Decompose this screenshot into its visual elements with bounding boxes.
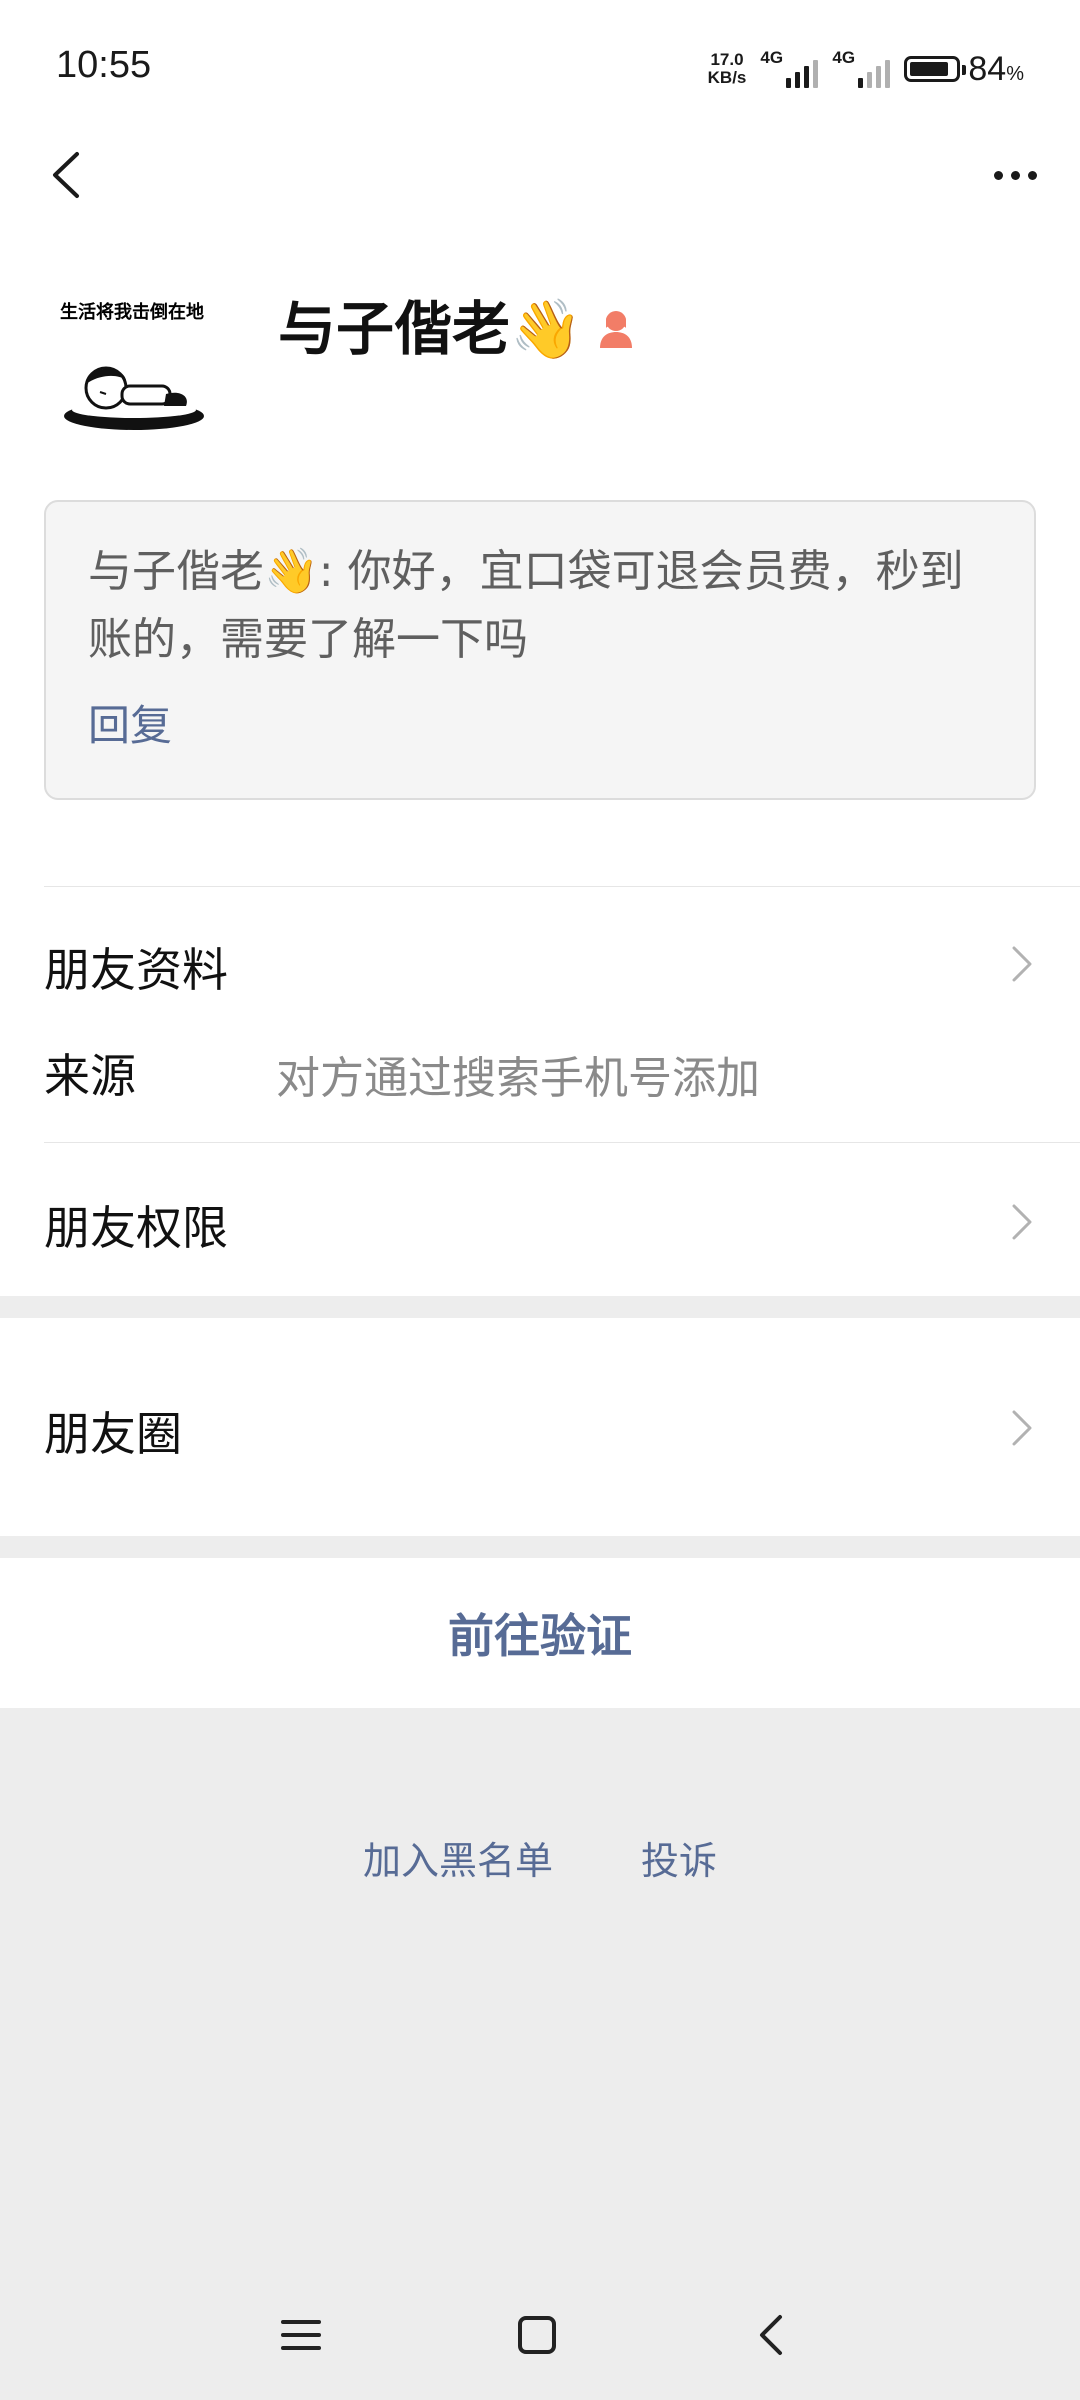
chevron-right-icon — [1012, 1204, 1032, 1240]
battery-percent: 84% — [968, 49, 1024, 88]
avatar-cartoon-icon — [64, 366, 204, 430]
home-square-icon — [518, 2316, 556, 2354]
greeting-message-card: 与子偕老👋: 你好，宜口袋可退会员费，秒到账的，需要了解一下吗 回复 — [44, 500, 1036, 800]
sim2-network-label: 4G — [832, 48, 856, 67]
friend-permissions-label: 朋友权限 — [44, 1201, 228, 1255]
friend-info-label: 朋友资料 — [44, 943, 228, 997]
battery-icon — [904, 56, 967, 82]
add-to-blacklist-link[interactable]: 加入黑名单 — [363, 1830, 553, 1885]
divider — [44, 886, 1080, 887]
chevron-left-icon — [53, 152, 79, 198]
status-indicators: 17.0 KB/s 4G 4G 84% — [708, 44, 1024, 94]
more-dots-icon — [993, 170, 1003, 180]
back-button[interactable] — [36, 145, 96, 205]
network-speed-unit: KB/s — [707, 68, 747, 87]
section-gap — [0, 1296, 1080, 1318]
sim1-signal-icon: 4G — [760, 48, 819, 88]
more-button[interactable] — [980, 145, 1050, 205]
female-person-icon — [600, 311, 633, 348]
menu-button[interactable] — [266, 2300, 336, 2370]
moments-row[interactable]: 朋友圈 — [0, 1318, 1080, 1536]
sim1-network-label: 4G — [760, 48, 784, 67]
back-triangle-icon — [760, 2315, 782, 2355]
network-speed: 17.0 KB/s — [708, 51, 747, 87]
bottom-links: 加入黑名单 投诉 — [0, 1830, 1080, 1885]
status-bar: 10:55 17.0 KB/s 4G 4G 84% — [0, 0, 1080, 130]
chevron-right-icon — [1012, 946, 1032, 982]
sim2-signal-icon: 4G — [832, 48, 891, 88]
network-speed-value: 17.0 — [710, 50, 744, 69]
system-navigation-bar — [0, 2290, 1080, 2380]
section-gap — [0, 1536, 1080, 1558]
menu-lines-icon — [281, 2320, 321, 2350]
reply-link[interactable]: 回复 — [88, 692, 172, 753]
moments-label: 朋友圈 — [44, 1407, 182, 1461]
display-name: 与子偕老👋 — [278, 295, 583, 363]
battery-indicator: 84% — [904, 50, 1024, 89]
source-label: 来源 — [44, 1049, 136, 1103]
source-value: 对方通过搜索手机号添加 — [276, 1053, 760, 1104]
home-button[interactable] — [502, 2300, 572, 2370]
contact-profile-screen: 10:55 17.0 KB/s 4G 4G 84% 生活将我击倒在地 与子偕老👋… — [0, 0, 1080, 2400]
status-time: 10:55 — [56, 44, 152, 86]
chevron-right-icon — [1012, 1410, 1032, 1446]
system-back-button[interactable] — [736, 2300, 806, 2370]
name-row: 与子偕老👋 — [278, 282, 636, 366]
report-link[interactable]: 投诉 — [641, 1830, 717, 1885]
go-verify-button[interactable]: 前往验证 — [0, 1558, 1080, 1708]
avatar[interactable]: 生活将我击倒在地 — [44, 276, 224, 456]
go-verify-label: 前往验证 — [448, 1609, 632, 1663]
greeting-message: 与子偕老👋: 你好，宜口袋可退会员费，秒到账的，需要了解一下吗 — [88, 546, 964, 665]
